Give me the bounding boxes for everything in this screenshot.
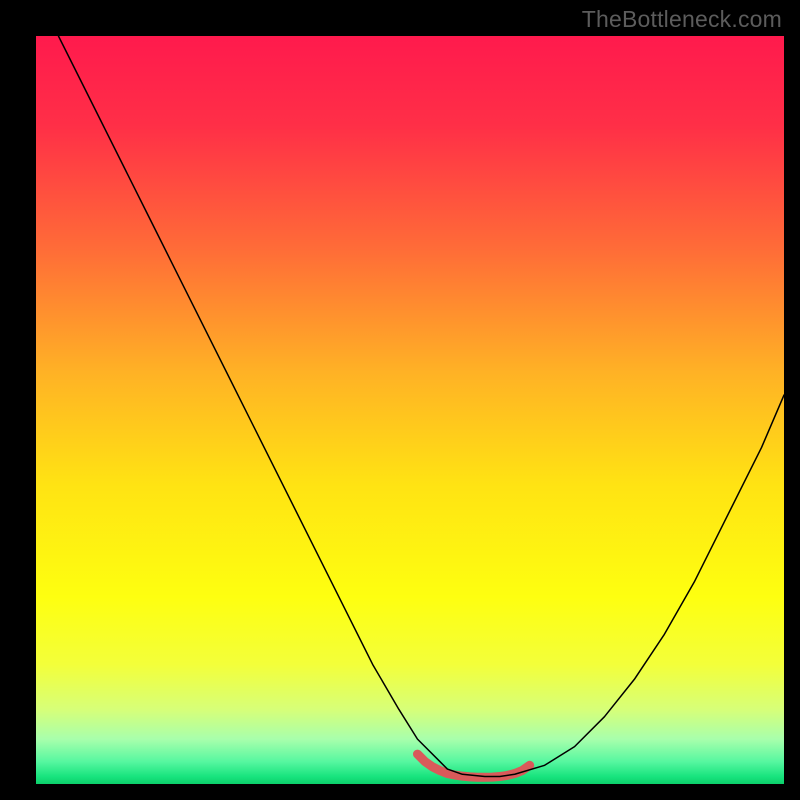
bottleneck-curve-line (58, 36, 784, 777)
watermark-text: TheBottleneck.com (582, 6, 782, 33)
curve-layer (36, 36, 784, 784)
chart-frame: TheBottleneck.com (0, 0, 800, 800)
plot-area (36, 36, 784, 784)
optimal-highlight-line (417, 754, 529, 777)
